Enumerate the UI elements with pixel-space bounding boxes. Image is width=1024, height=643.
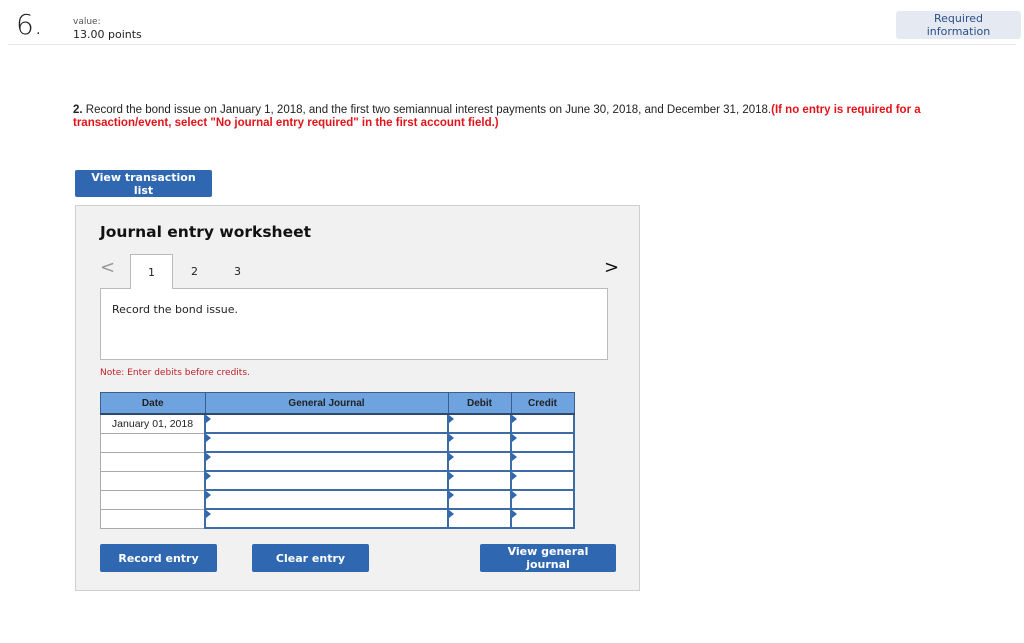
date-cell (100, 508, 206, 529)
debit-input[interactable] (447, 470, 512, 491)
debit-input[interactable] (447, 489, 512, 510)
table-row: January 01, 2018 (100, 413, 575, 434)
header-credit: Credit (510, 392, 575, 415)
tab-2[interactable]: 2 (173, 254, 216, 288)
question-number: 6. (16, 8, 43, 41)
required-information-button[interactable]: Required information (896, 11, 1021, 39)
header-debit: Debit (447, 392, 512, 415)
debit-credit-note: Note: Enter debits before credits. (100, 368, 250, 378)
date-cell: January 01, 2018 (100, 413, 206, 434)
credit-input[interactable] (510, 413, 575, 434)
record-entry-button[interactable]: Record entry (100, 544, 217, 572)
table-row (100, 451, 575, 472)
date-cell (100, 432, 206, 453)
date-cell (100, 489, 206, 510)
instruction-text: Record the bond issue on January 1, 2018… (82, 104, 772, 116)
debit-input[interactable] (447, 432, 512, 453)
account-select[interactable] (204, 413, 449, 434)
table-row (100, 470, 575, 491)
header-general-journal: General Journal (204, 392, 449, 415)
value-label: value: (73, 17, 101, 27)
chevron-left-icon[interactable]: < (100, 257, 115, 278)
instructions: 2. Record the bond issue on January 1, 2… (73, 104, 973, 130)
view-general-journal-button[interactable]: View general journal (480, 544, 616, 572)
debit-input[interactable] (447, 413, 512, 434)
account-select[interactable] (204, 470, 449, 491)
table-header-row: Date General Journal Debit Credit (100, 392, 575, 415)
credit-input[interactable] (510, 489, 575, 510)
table-row (100, 489, 575, 510)
chevron-right-icon[interactable]: > (604, 257, 619, 278)
account-select[interactable] (204, 432, 449, 453)
table-row (100, 432, 575, 453)
debit-input[interactable] (447, 508, 512, 529)
header-divider (8, 44, 1016, 45)
view-transaction-list-button[interactable]: View transaction list (75, 170, 212, 197)
journal-table: Date General Journal Debit Credit Januar… (100, 392, 575, 529)
tab-3[interactable]: 3 (216, 254, 259, 288)
part-number: 2. (73, 104, 83, 116)
points-value: 13.00 points (73, 28, 142, 41)
credit-input[interactable] (510, 508, 575, 529)
account-select[interactable] (204, 451, 449, 472)
transaction-description: Record the bond issue. (112, 303, 238, 316)
account-select[interactable] (204, 508, 449, 529)
transaction-description-box: Record the bond issue. (100, 288, 608, 360)
debit-input[interactable] (447, 451, 512, 472)
tab-1[interactable]: 1 (130, 254, 173, 289)
credit-input[interactable] (510, 432, 575, 453)
credit-input[interactable] (510, 470, 575, 491)
date-cell (100, 451, 206, 472)
credit-input[interactable] (510, 451, 575, 472)
header-date: Date (100, 392, 206, 415)
table-row (100, 508, 575, 529)
date-cell (100, 470, 206, 491)
account-select[interactable] (204, 489, 449, 510)
journal-entry-worksheet: Journal entry worksheet < 1 2 3 > Record… (75, 205, 640, 591)
clear-entry-button[interactable]: Clear entry (252, 544, 369, 572)
worksheet-title: Journal entry worksheet (100, 223, 312, 241)
